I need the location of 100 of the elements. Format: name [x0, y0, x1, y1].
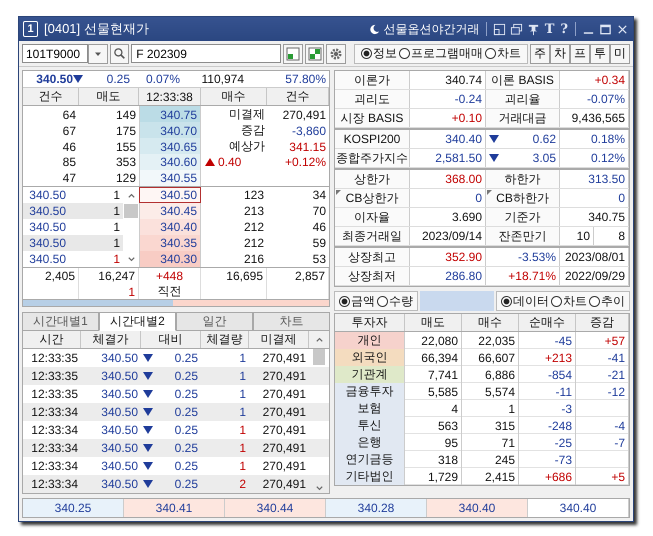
table-cell-text: 12:33:34 — [30, 476, 79, 493]
radio-circle-icon[interactable] — [589, 296, 600, 306]
layout-button[interactable] — [283, 44, 303, 64]
scroll-down-icon[interactable] — [126, 254, 136, 264]
table-cell: -7 — [614, 436, 625, 450]
ask-price[interactable]: 340.75 — [139, 106, 201, 122]
investor-name: 개인 — [335, 332, 405, 349]
bid-quantity: 123 — [242, 187, 265, 203]
tab[interactable]: 시간대별2 — [99, 312, 176, 331]
price-change: 0.25 — [106, 72, 130, 86]
help-button[interactable]: ? — [559, 22, 569, 36]
table-cell-text: 270,491 — [262, 350, 307, 367]
info-value: 2022/09/29 — [560, 267, 629, 285]
table-cell-text: 340.50 — [100, 476, 139, 493]
column-header: 체결가 — [81, 331, 141, 348]
radio-circle-icon[interactable] — [501, 296, 512, 306]
investor-name: 기타법인 — [335, 468, 405, 485]
bid-price[interactable]: 340.50 — [139, 187, 201, 203]
windows-icon[interactable] — [510, 22, 523, 36]
radio-option[interactable]: 차트 — [551, 292, 587, 310]
total-ask-quantity: 16,247 — [79, 268, 139, 284]
radio-option[interactable]: 수량 — [377, 292, 413, 310]
bid-count: 59 — [312, 235, 327, 251]
table-cell-text: 1 — [238, 404, 247, 421]
ask-price[interactable]: 340.60 — [139, 154, 201, 170]
bid-price[interactable]: 340.30 — [139, 251, 201, 267]
ask-quantity: 175 — [114, 122, 137, 138]
radio-circle-icon[interactable] — [339, 296, 350, 306]
column-header: 미결제 — [249, 331, 309, 348]
code-field[interactable]: 101T9000 — [22, 44, 88, 63]
radio-circle-icon[interactable] — [360, 48, 372, 59]
scroll-up-icon[interactable] — [314, 335, 324, 344]
info-label: 기준가 — [504, 208, 540, 226]
quick-button[interactable]: 프 — [570, 44, 590, 64]
settings-button[interactable] — [326, 44, 346, 64]
bid-price[interactable]: 340.35 — [139, 235, 201, 251]
column-header: 12:33:38 — [139, 88, 201, 105]
table-cell-text: 1 — [238, 386, 247, 403]
layout-button[interactable] — [304, 44, 324, 64]
ask-price[interactable]: 340.70 — [139, 122, 201, 138]
table-cell: -25 — [519, 434, 576, 451]
column-header: 매도 — [79, 88, 139, 105]
tab[interactable]: 차트 — [253, 312, 330, 331]
info-label: KOSPI200 — [344, 132, 400, 146]
total-bid-quantity: 16,695 — [201, 268, 267, 284]
table-cell: 245 — [462, 451, 519, 468]
info-value: 352.90 — [410, 248, 486, 266]
radio-circle-icon[interactable] — [398, 48, 410, 59]
table-cell: 563 — [405, 417, 462, 434]
info-label: 상장최저 — [348, 268, 396, 284]
font-button[interactable]: T — [544, 22, 556, 36]
grid-icon — [286, 46, 300, 60]
quick-button[interactable]: 주 — [530, 44, 550, 64]
column-header: 매도 — [405, 314, 462, 331]
info-label: 예상가 — [228, 138, 266, 154]
table-cell: -12 — [608, 384, 625, 398]
table-cell: +57 — [604, 334, 625, 348]
info-value: 0 — [560, 189, 629, 207]
radio-circle-icon[interactable] — [551, 296, 562, 306]
quick-button[interactable]: 투 — [590, 44, 610, 64]
radio-option[interactable]: 데이터 — [501, 292, 549, 310]
scroll-down-icon[interactable] — [314, 484, 324, 493]
radio-option[interactable]: 정보 — [360, 45, 397, 62]
radio-circle-icon[interactable] — [484, 48, 496, 59]
bid-price[interactable]: 340.45 — [139, 203, 201, 219]
column-header: 매수 — [201, 88, 267, 105]
radio-option[interactable]: 프로그램매매 — [398, 45, 483, 62]
info-label: 미결제 — [228, 106, 266, 122]
table-cell-text: 340.50 — [100, 458, 139, 475]
table-cell-text: 12:33:35 — [30, 368, 79, 385]
radio-option[interactable]: 금액 — [339, 292, 375, 310]
radio-option[interactable]: 추이 — [589, 292, 625, 310]
maximize-icon[interactable] — [599, 22, 612, 36]
bid-price[interactable]: 340.40 — [139, 219, 201, 235]
tab[interactable]: 시간대별1 — [22, 312, 99, 331]
info-label: CB하한가 — [496, 190, 549, 206]
radio-option[interactable]: 차트 — [484, 45, 521, 62]
price-cell: 340.25 — [23, 499, 124, 517]
scrollbar-thumb[interactable] — [124, 204, 138, 218]
night-trading-link[interactable]: 선물옵션야간거래 — [384, 20, 480, 38]
table-cell-text: 1 — [238, 422, 247, 439]
info-label: CB상한가 — [346, 190, 398, 206]
quick-button[interactable]: 차 — [550, 44, 570, 64]
pin-icon[interactable] — [526, 22, 540, 36]
ask-price[interactable]: 340.65 — [139, 138, 201, 154]
close-icon[interactable] — [616, 22, 629, 36]
tab[interactable]: 일간 — [176, 312, 253, 331]
dropdown-button[interactable] — [88, 44, 108, 64]
search-button[interactable] — [110, 44, 130, 64]
quick-button[interactable]: 미 — [610, 44, 630, 64]
table-cell-text: 12:33:35 — [30, 386, 79, 403]
ask-price[interactable]: 340.55 — [139, 170, 201, 186]
layout-icon[interactable] — [492, 22, 506, 36]
name-field[interactable]: F 202309 — [131, 44, 282, 63]
column-header: 매수 — [462, 314, 519, 331]
table-cell: -854 — [519, 366, 576, 383]
scrollbar-thumb[interactable] — [313, 349, 325, 365]
table-cell: 2,415 — [462, 468, 519, 485]
radio-circle-icon[interactable] — [377, 296, 388, 306]
table-cell: 0.25 — [174, 405, 198, 419]
